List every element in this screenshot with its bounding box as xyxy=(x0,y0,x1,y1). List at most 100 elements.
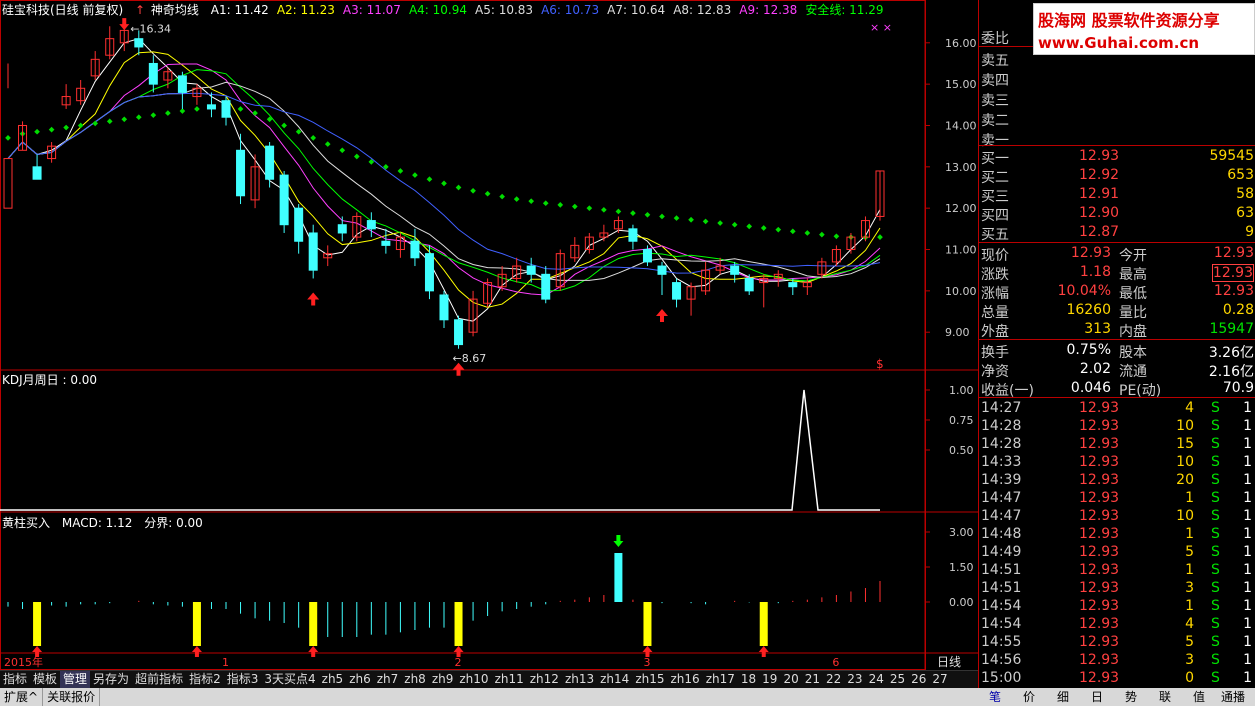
tick-count: 1 xyxy=(1243,436,1252,452)
tick-time: 14:33 xyxy=(981,454,1022,470)
tab-13[interactable]: zh10 xyxy=(456,671,491,688)
tick-price: 12.93 xyxy=(1079,580,1120,596)
tab-8[interactable]: zh5 xyxy=(319,671,347,688)
tick-volume: 10 xyxy=(1176,454,1194,470)
fund-value: 0.046 xyxy=(1070,380,1111,396)
kline-chart-area[interactable]: 16.00 15.00 14.00 13.00 12.00 11.00 10.00 9.00 ←… xyxy=(0,0,978,670)
tick-volume: 1 xyxy=(1185,526,1194,542)
safety-dot xyxy=(513,196,520,202)
tab-25[interactable]: 22 xyxy=(823,671,844,688)
candle-body xyxy=(294,207,304,242)
arrow-icon: ↑ xyxy=(135,3,146,17)
bottom-right-tab-3[interactable]: 日 xyxy=(1080,688,1114,706)
bottom-right-tab-6[interactable]: 值 xyxy=(1182,688,1216,706)
tab-12[interactable]: zh9 xyxy=(429,671,457,688)
tick-time: 14:28 xyxy=(981,418,1022,434)
macd-yellow-bar xyxy=(454,602,463,646)
stat-row: 涨幅 10.04% 最低 12.93 xyxy=(979,283,1255,302)
candle-body xyxy=(642,249,652,263)
price-tick-label: 16.00 xyxy=(945,37,977,50)
macd-tick-label: 1.50 xyxy=(949,561,974,574)
tab-29[interactable]: 26 xyxy=(908,671,929,688)
candle-body xyxy=(454,319,464,346)
tick-price: 12.93 xyxy=(1079,490,1120,506)
safety-dot xyxy=(106,118,113,125)
tab-19[interactable]: zh16 xyxy=(668,671,703,688)
tab-21[interactable]: 18 xyxy=(738,671,759,688)
tick-count: 1 xyxy=(1243,418,1252,434)
tick-volume: 3 xyxy=(1185,652,1194,668)
safety-dot xyxy=(194,106,200,112)
period-label: 日线 xyxy=(937,655,961,669)
tab-23[interactable]: 20 xyxy=(780,671,801,688)
tab-15[interactable]: zh12 xyxy=(527,671,562,688)
tab-14[interactable]: zh11 xyxy=(492,671,527,688)
tab-5[interactable]: 指标2 xyxy=(186,671,224,688)
safety-dot xyxy=(397,168,404,174)
tab-3[interactable]: 另存为 xyxy=(90,671,132,688)
tick-volume: 5 xyxy=(1185,634,1194,650)
tick-row: 14:47 12.93 1 S 1 xyxy=(979,490,1255,508)
tab-1[interactable]: 模板 xyxy=(30,671,60,688)
tab-7[interactable]: 3天买点4 xyxy=(261,671,318,688)
bottom-left-button-1[interactable]: 关联报价 xyxy=(43,688,101,706)
ask-label: 卖一 xyxy=(981,133,1009,149)
tick-time: 14:39 xyxy=(981,472,1022,488)
candle-body xyxy=(730,265,740,275)
stat-row: 涨跌 1.18 最高 12.93 xyxy=(979,264,1255,283)
tick-count: 1 xyxy=(1243,544,1252,560)
macd-yellow-bar xyxy=(309,602,318,646)
indicator-name: 神奇均线 xyxy=(150,3,199,17)
tab-20[interactable]: zh17 xyxy=(703,671,738,688)
safety-dot xyxy=(252,110,258,116)
bid-volume: 59545 xyxy=(1209,148,1254,164)
tab-24[interactable]: 21 xyxy=(802,671,823,688)
candle-body xyxy=(439,294,449,321)
bid-price: 12.92 xyxy=(1079,167,1120,183)
tick-count: 1 xyxy=(1243,616,1252,632)
tab-9[interactable]: zh6 xyxy=(346,671,374,688)
stat-label: 现价 xyxy=(981,248,1009,264)
chart-canvas[interactable]: 16.0015.0014.0013.0012.0011.0010.009.00←… xyxy=(0,0,978,670)
stat-label-2: 今开 xyxy=(1119,248,1147,264)
safety-dot xyxy=(150,112,157,118)
bottom-right-tab-4[interactable]: 势 xyxy=(1114,688,1148,706)
tab-2[interactable]: 管理 xyxy=(60,671,91,688)
tab-18[interactable]: zh15 xyxy=(632,671,667,688)
bottom-left-button-0[interactable]: 扩展^ xyxy=(0,688,44,706)
tab-28[interactable]: 25 xyxy=(887,671,908,688)
bottom-right-tab-5[interactable]: 联 xyxy=(1148,688,1182,706)
stat-row: 外盘 313 内盘 15947 xyxy=(979,321,1255,340)
tick-side: S xyxy=(1211,400,1220,416)
candle-body xyxy=(279,174,289,226)
bid-volume: 63 xyxy=(1236,205,1254,221)
bottom-right-tab-1[interactable]: 价 xyxy=(1012,688,1046,706)
bottom-right-tab-0[interactable]: 笔 xyxy=(978,688,1012,706)
tick-price: 12.93 xyxy=(1079,418,1120,434)
candle-body xyxy=(526,265,536,275)
tab-27[interactable]: 24 xyxy=(866,671,887,688)
tab-6[interactable]: 指标3 xyxy=(224,671,262,688)
bottom-right-tab-7[interactable]: 通播 xyxy=(1216,688,1250,706)
candle-body xyxy=(628,228,638,242)
tab-22[interactable]: 19 xyxy=(759,671,780,688)
bottom-right-tab-2[interactable]: 细 xyxy=(1046,688,1080,706)
tab-0[interactable]: 指标 xyxy=(0,671,30,688)
safety-dot xyxy=(77,122,84,129)
tab-17[interactable]: zh14 xyxy=(597,671,632,688)
fund-label: 换手 xyxy=(981,345,1009,361)
candle-body xyxy=(206,104,216,110)
tab-4[interactable]: 超前指标 xyxy=(132,671,186,688)
stat-label-2: 量比 xyxy=(1119,305,1147,321)
tab-26[interactable]: 23 xyxy=(844,671,865,688)
tab-10[interactable]: zh7 xyxy=(374,671,402,688)
safety-dot xyxy=(92,120,99,127)
tab-30[interactable]: 27 xyxy=(929,671,950,688)
bid-volume: 9 xyxy=(1245,224,1254,240)
tab-11[interactable]: zh8 xyxy=(401,671,429,688)
macd-split: 分界: 0.00 xyxy=(144,516,203,530)
tick-side: S xyxy=(1211,472,1220,488)
candle-body xyxy=(32,166,42,180)
tab-16[interactable]: zh13 xyxy=(562,671,597,688)
ma-value-1: A1: 11.42 xyxy=(210,3,269,17)
